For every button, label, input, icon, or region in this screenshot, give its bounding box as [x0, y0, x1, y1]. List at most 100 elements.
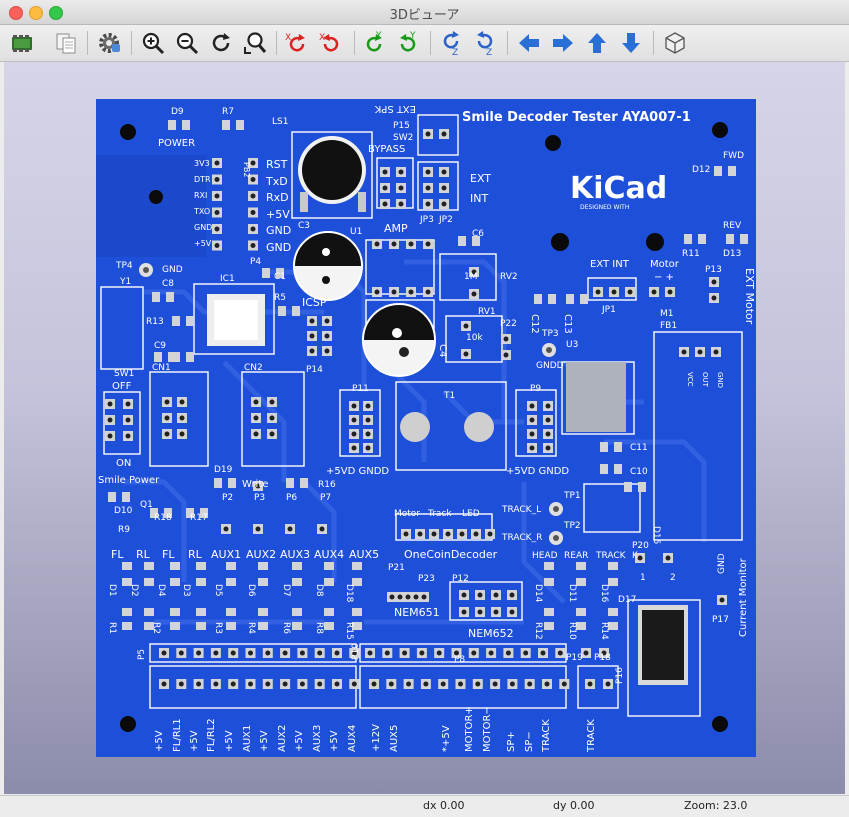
zoom-fit-button[interactable] [241, 29, 269, 57]
silk-label-m1: 1M [464, 272, 478, 282]
pin-hole [367, 650, 373, 656]
smd-pad [714, 166, 722, 176]
silk-label-rst: RST [266, 158, 288, 171]
pin-hole [505, 650, 511, 656]
silk-label-trackr: TRACK_R [501, 533, 542, 543]
zoom-out-button[interactable] [173, 29, 201, 57]
pin-hole [214, 210, 220, 215]
smd-pad [600, 442, 608, 452]
svg-text:X: X [319, 33, 325, 43]
smd-pad [170, 622, 180, 630]
pin-hole [406, 681, 412, 687]
pin-hole [179, 431, 185, 437]
smd-pad [292, 608, 302, 616]
silk-label-bypass: BYPASS [368, 144, 405, 155]
smd-pad [580, 294, 588, 304]
silk-label-r17: R17 [190, 513, 208, 523]
rotate-y-ccw-button[interactable]: Y [394, 29, 422, 57]
move-down-button[interactable] [617, 29, 645, 57]
ortho-view-button[interactable] [661, 29, 689, 57]
silk-label-fl2: FL [162, 548, 175, 561]
pin-hole [299, 681, 305, 687]
silk-label-motorl: Motor [650, 259, 680, 270]
silk-label-power: POWER [158, 138, 195, 149]
move-up-button[interactable] [583, 29, 611, 57]
smd-pad [170, 562, 180, 570]
pin-hole [230, 650, 236, 656]
rotate-z-cw-button[interactable]: Z [437, 29, 465, 58]
toolbar-separator [653, 31, 654, 55]
pin-hole [334, 650, 340, 656]
settings-button[interactable] [95, 29, 123, 57]
arrow-left-icon [519, 34, 539, 52]
pin-hole [214, 160, 220, 166]
silk-label-extspk: EXT SPK [374, 103, 416, 114]
svg-text:X: X [285, 33, 291, 43]
smd-pad [226, 578, 236, 586]
silk-label-p10: P10 [351, 643, 361, 660]
smd-pad [544, 578, 554, 586]
zoom-in-button[interactable] [139, 29, 167, 57]
pin-hole [473, 531, 479, 537]
pin-hole [125, 401, 131, 407]
arrow-up-icon [588, 33, 606, 53]
pin-hole [230, 681, 236, 687]
smd-pad [168, 120, 176, 130]
pin-hole [425, 201, 431, 207]
smd-pad [122, 562, 132, 570]
silk-label-jp2: JP2 [438, 215, 453, 225]
silk-label-ic1: IC1 [220, 274, 235, 284]
smd-pad [544, 608, 554, 616]
refresh-button[interactable] [207, 29, 235, 57]
smd-pad [144, 608, 154, 616]
pin-hole [391, 241, 397, 247]
silk-label-r13: R13 [146, 317, 164, 327]
silk-label-r5: R5 [274, 293, 286, 303]
silk-label-fwd: FWD [723, 151, 744, 161]
silk-label-r2: R2 [151, 622, 161, 634]
move-right-button[interactable] [549, 29, 577, 57]
silk-label-fl1: FL [111, 548, 124, 561]
silk-label-d19: D19 [214, 465, 233, 475]
pin-hole [214, 243, 220, 248]
silk-label-nem651: NEM651 [394, 606, 440, 619]
silk-label-p3: P3 [254, 493, 265, 503]
rotate-z-ccw-button[interactable]: Z [471, 29, 499, 58]
smd-pad [258, 578, 268, 586]
smd-pad [186, 352, 194, 362]
pin-hole [611, 289, 617, 295]
pin-hole [419, 650, 425, 656]
pin-hole [351, 445, 357, 451]
rotate-x-icon: X [285, 33, 305, 52]
pin-hole [324, 333, 330, 339]
silk-label-gndc: GND [266, 241, 291, 254]
silk-label-p5vb: +5V [266, 208, 290, 221]
pin-hole [440, 681, 446, 687]
silk-label-v3v3: 3V3 [194, 159, 210, 168]
silk-label-rear: REAR [564, 551, 588, 561]
pin-hole [351, 403, 357, 409]
pin-hole [179, 399, 185, 405]
reload-board-button[interactable] [9, 29, 37, 57]
silk-label-rxi: RXI [194, 191, 207, 200]
silk-label-c6: C6 [472, 229, 484, 239]
pin-hole [107, 401, 113, 407]
rotate-x-cw-button[interactable]: X [283, 29, 311, 57]
silk-label-tp4: TP4 [115, 261, 133, 271]
rotate-x-ccw-button[interactable]: X [317, 29, 345, 57]
silk-label-r18: R18 [154, 513, 172, 523]
rotate-y-cw-button[interactable]: Y [360, 29, 388, 57]
silk-label-d1: D1 [107, 584, 117, 597]
copy-image-button[interactable] [52, 29, 80, 57]
smd-pad [292, 622, 302, 630]
silk-label-r1: R1 [107, 622, 117, 634]
pin-hole [488, 650, 494, 656]
3d-canvas[interactable]: KiCad DESIGNED WITH Smile Decoder Tester… [4, 62, 845, 794]
pin-hole [492, 681, 498, 687]
pin-hole [309, 348, 315, 354]
silk-label-tp3: TP3 [541, 329, 559, 339]
silk-label-b21: TRACK [586, 719, 597, 753]
move-left-button[interactable] [515, 29, 543, 57]
smd-pad [324, 562, 334, 570]
pin-hole [463, 351, 469, 357]
